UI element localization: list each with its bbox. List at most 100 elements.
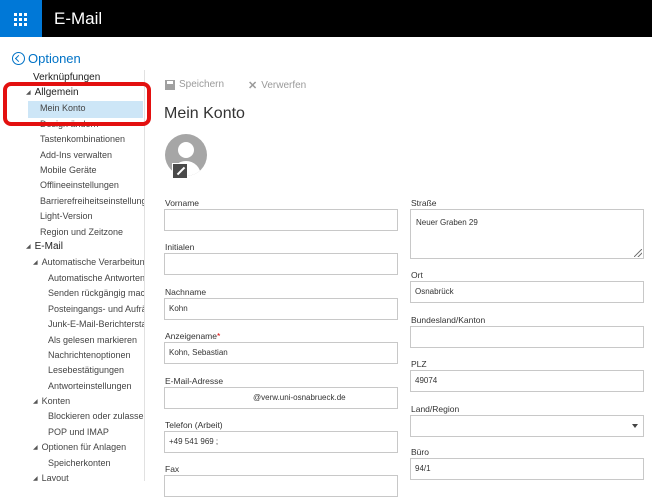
fax-field[interactable] — [164, 475, 398, 497]
nav-item-label: Nachrichtenoptionen — [48, 350, 131, 360]
nav-item-posteingangs-und-aufräumregeln[interactable]: Posteingangs- und Aufräumregeln — [48, 301, 145, 317]
initialen-field[interactable] — [164, 253, 398, 275]
plz-field[interactable]: 49074 — [410, 370, 644, 392]
nav-item-label: Junk-E-Mail-Berichterstattung — [48, 319, 145, 329]
nav-item-light-version[interactable]: Light-Version — [40, 208, 93, 224]
nav-item-label: POP und IMAP — [48, 427, 109, 437]
nav-item-label: Layout — [41, 473, 69, 481]
nav-item-region-und-zeitzone[interactable]: Region und Zeitzone — [40, 224, 123, 240]
nav-item-label: Blockieren oder zulassen — [48, 411, 145, 421]
nav-item-label: Speicherkonten — [48, 458, 111, 468]
nav-item-konten[interactable]: ◢ Konten — [33, 393, 70, 409]
nav-item-label: Optionen für Anlagen — [41, 442, 127, 452]
nav-item-label: Mobile Geräte — [40, 165, 97, 175]
nav-item-automatische-antworten[interactable]: Automatische Antworten — [48, 270, 145, 286]
expand-triangle-icon[interactable]: ◢ — [26, 239, 31, 255]
edit-photo-icon[interactable] — [172, 163, 188, 179]
nav-item-label: Antworteinstellungen — [48, 381, 132, 391]
nav-item-e-mail[interactable]: ◢ E-Mail — [26, 239, 63, 255]
nav-item-nachrichtenoptionen[interactable]: Nachrichtenoptionen — [48, 347, 131, 363]
app-title: E-Mail — [54, 9, 103, 28]
nav-item-pop-und-imap[interactable]: POP und IMAP — [48, 424, 109, 440]
nav-item-label: Region und Zeitzone — [40, 227, 124, 237]
telefon-field[interactable]: +49 541 969 ; — [164, 431, 398, 453]
back-to-options-link[interactable]: Optionen — [12, 51, 81, 66]
land-label: Land/Region — [411, 404, 460, 414]
nav-item-als-gelesen-markieren[interactable]: Als gelesen markieren — [48, 332, 137, 348]
nav-item-label: Automatische Antworten — [48, 273, 145, 283]
nav-item-label: Automatische Verarbeitung — [41, 257, 145, 267]
nav-divider — [144, 70, 145, 481]
expand-triangle-icon[interactable]: ◢ — [33, 394, 38, 410]
strasse-field[interactable]: Neuer Graben 29 — [410, 209, 644, 259]
app-header: E-Mail — [0, 0, 652, 37]
buero-field[interactable]: 94/1 — [410, 458, 644, 480]
nav-item-label: Add-Ins verwalten — [40, 150, 113, 160]
nav-item-speicherkonten[interactable]: Speicherkonten — [48, 455, 111, 471]
back-arrow-icon — [12, 52, 25, 65]
strasse-label: Straße — [411, 198, 437, 208]
buero-label: Büro — [411, 447, 429, 457]
email-field[interactable]: @verw.uni-osnabrueck.de — [164, 387, 398, 409]
required-mark: * — [216, 331, 221, 341]
back-label: Optionen — [28, 51, 81, 66]
nav-item-offlineeinstellungen[interactable]: Offlineeinstellungen — [40, 177, 119, 193]
nav-item-label: Konten — [41, 396, 71, 406]
nav-item-lesebestätigungen[interactable]: Lesebestätigungen — [48, 362, 124, 378]
nav-item-tastenkombinationen[interactable]: Tastenkombinationen — [40, 131, 125, 147]
email-label: E-Mail-Adresse — [165, 376, 224, 386]
save-label: Speichern — [179, 79, 225, 90]
ort-label: Ort — [411, 270, 423, 280]
save-icon — [165, 79, 175, 90]
strasse-value: Neuer Graben 29 — [416, 218, 478, 227]
bundesland-field[interactable] — [410, 326, 644, 348]
nav-item-label: Barrierefreiheitseinstellungen — [40, 196, 145, 206]
nav-item-junk-e-mail-berichterstattung[interactable]: Junk-E-Mail-Berichterstattung — [48, 316, 145, 332]
expand-triangle-icon[interactable]: ◢ — [33, 255, 38, 271]
discard-button[interactable]: ✕ Verwerfen — [248, 79, 306, 92]
nachname-label: Nachname — [165, 287, 207, 297]
initialen-label: Initialen — [165, 242, 195, 252]
telefon-label: Telefon (Arbeit) — [165, 420, 223, 430]
annotation-highlight-box — [3, 82, 151, 126]
avatar-head — [178, 142, 194, 158]
nav-item-senden-rückgängig-machen[interactable]: Senden rückgängig machen — [48, 285, 145, 301]
nav-item-label: Lesebestätigungen — [48, 365, 125, 375]
nav-item-label: Light-Version — [40, 211, 93, 221]
nav-item-label: Als gelesen markieren — [48, 335, 138, 345]
nav-item-label: Senden rückgängig machen — [48, 288, 145, 298]
options-nav: Verknüpfungen ◢ Allgemein Mein Konto Design … — [0, 70, 145, 481]
page-title: Mein Konto — [164, 105, 245, 122]
vorname-field[interactable] — [164, 209, 398, 231]
nav-item-optionen-für-anlagen[interactable]: ◢ Optionen für Anlagen — [33, 439, 126, 455]
nav-item-add-ins-verwalten[interactable]: Add-Ins verwalten — [40, 147, 112, 163]
nav-item-label: E-Mail — [34, 241, 63, 252]
bundesland-label: Bundesland/Kanton — [411, 315, 486, 325]
chevron-down-icon — [632, 424, 638, 428]
expand-triangle-icon[interactable]: ◢ — [33, 471, 38, 481]
ort-field[interactable]: Osnabrück — [410, 281, 644, 303]
nav-item-label: Offlineeinstellungen — [40, 180, 119, 190]
resize-grip-icon[interactable] — [634, 249, 642, 257]
nav-item-antworteinstellungen[interactable]: Antworteinstellungen — [48, 378, 132, 394]
app-launcher-button[interactable] — [0, 0, 42, 37]
fax-label: Fax — [165, 464, 180, 474]
close-icon: ✕ — [248, 80, 258, 92]
nachname-field[interactable]: Kohn — [164, 298, 398, 320]
nav-item-label: Tastenkombinationen — [40, 134, 126, 144]
anzeigename-label: Anzeigename* — [165, 331, 221, 341]
plz-label: PLZ — [411, 359, 427, 369]
waffle-icon — [14, 13, 17, 16]
nav-item-layout[interactable]: ◢ Layout — [33, 470, 69, 481]
vorname-label: Vorname — [165, 198, 200, 208]
land-select[interactable] — [410, 415, 644, 437]
nav-item-barrierefreiheitseinstellungen[interactable]: Barrierefreiheitseinstellungen — [40, 193, 145, 209]
nav-item-mobile-geräte[interactable]: Mobile Geräte — [40, 162, 97, 178]
anzeigename-field[interactable]: Kohn, Sebastian — [164, 342, 398, 364]
expand-triangle-icon[interactable]: ◢ — [33, 440, 38, 456]
save-button[interactable]: Speichern — [165, 79, 224, 90]
nav-item-label: Posteingangs- und Aufräumregeln — [48, 304, 145, 314]
discard-label: Verwerfen — [261, 80, 307, 91]
nav-item-automatische-verarbeitung[interactable]: ◢ Automatische Verarbeitung — [33, 254, 145, 270]
nav-item-blockieren-oder-zulassen[interactable]: Blockieren oder zulassen — [48, 408, 145, 424]
